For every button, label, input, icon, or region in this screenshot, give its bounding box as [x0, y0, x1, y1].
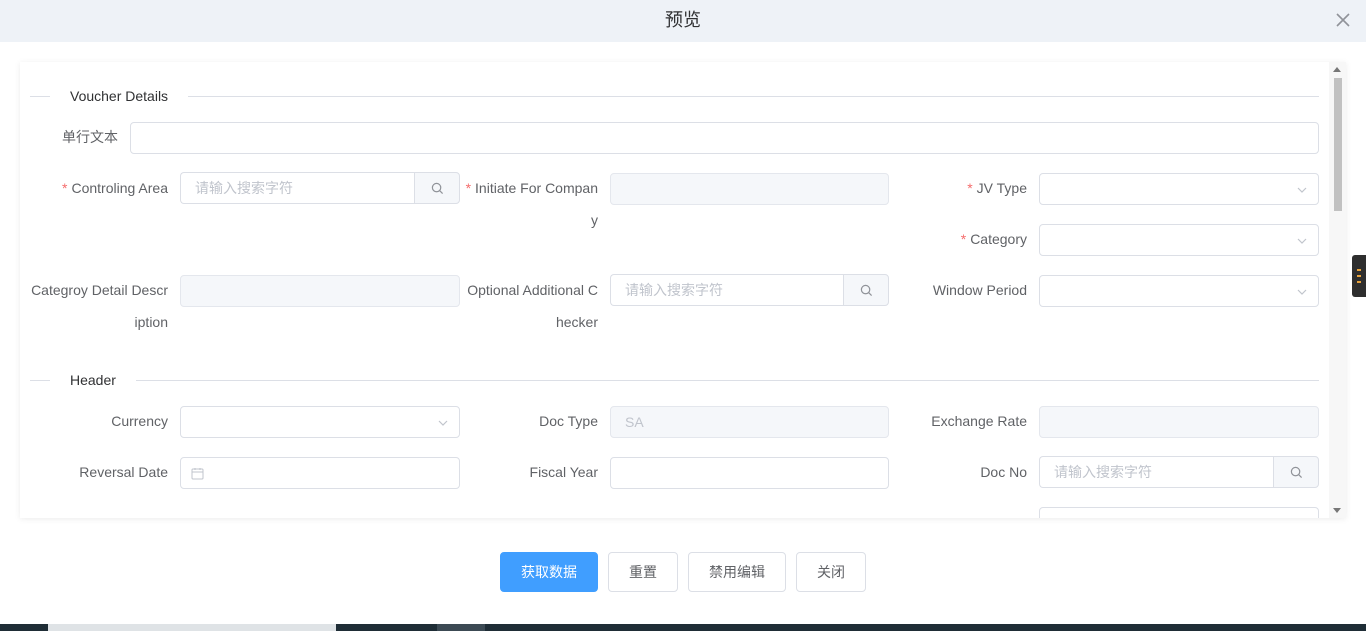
scroll-thumb[interactable] [1334, 78, 1342, 211]
section-divider-voucher: Voucher Details [30, 86, 1319, 106]
search-button[interactable] [414, 172, 460, 204]
exchange-rate-label: Exchange Rate [931, 413, 1027, 429]
doc-no-input[interactable]: 请输入搜索字符 [1039, 456, 1273, 488]
search-button[interactable] [843, 274, 889, 306]
reset-button[interactable]: 重置 [608, 552, 678, 592]
single-text-input[interactable] [130, 122, 1319, 154]
doc-no-search: 请输入搜索字符 [1039, 456, 1319, 488]
calendar-icon [191, 468, 204, 480]
disable-edit-button[interactable]: 禁用编辑 [688, 552, 786, 592]
window-period-select[interactable] [1039, 275, 1319, 307]
fiscal-year-input[interactable] [610, 457, 889, 489]
controling-area-input[interactable]: 请输入搜索字符 [180, 172, 414, 204]
vertical-scrollbar[interactable] [1329, 62, 1346, 518]
chevron-down-icon [438, 420, 448, 426]
form-container: Voucher Details 单行文本 * Controling Area 请输… [20, 62, 1346, 518]
fetch-data-button[interactable]: 获取数据 [500, 552, 598, 592]
currency-label: Currency [111, 413, 168, 429]
dialog-header: 预览 [0, 0, 1366, 42]
doc-type-label: Doc Type [539, 413, 598, 429]
section-divider-header: Header [30, 370, 1319, 390]
dialog-title: 预览 [665, 10, 701, 30]
jv-type-label: * JV Type [967, 180, 1027, 196]
reversal-date-label: Reversal Date [79, 464, 168, 480]
scroll-up-icon[interactable] [1333, 67, 1341, 72]
controling-area-search: 请输入搜索字符 [180, 172, 460, 204]
optional-checker-label: Optional Additional Checker [467, 282, 598, 330]
window-period-label: Window Period [932, 282, 1027, 298]
chevron-down-icon [1297, 289, 1307, 295]
category-label: * Category [960, 231, 1027, 247]
chevron-down-icon [1297, 238, 1307, 244]
side-widget[interactable] [1352, 255, 1366, 297]
chevron-down-icon [1297, 187, 1307, 193]
fiscal-year-label: Fiscal Year [529, 464, 598, 480]
exchange-rate-input[interactable] [1039, 406, 1319, 438]
initiate-company-input[interactable] [610, 173, 889, 205]
close-icon[interactable] [1332, 9, 1354, 31]
optional-checker-input[interactable]: 请输入搜索字符 [610, 274, 843, 306]
currency-select[interactable] [180, 406, 460, 438]
optional-checker-search: 请输入搜索字符 [610, 274, 889, 306]
section-title-voucher: Voucher Details [70, 88, 169, 104]
doc-no-label: Doc No [980, 464, 1027, 480]
search-icon [431, 182, 443, 194]
scroll-down-icon[interactable] [1333, 508, 1341, 513]
search-icon [860, 284, 872, 296]
controling-area-label: * Controling Area [62, 180, 168, 196]
single-text-label: 单行文本 [62, 129, 118, 145]
taskbar [0, 624, 1366, 631]
reversal-date-input[interactable] [180, 457, 460, 489]
next-row-input[interactable] [1039, 507, 1319, 518]
section-title-header: Header [70, 372, 116, 388]
doc-type-input[interactable]: SA [610, 406, 889, 438]
category-detail-label: Categroy Detail Description [31, 282, 168, 330]
search-icon [1290, 466, 1302, 478]
close-button[interactable]: 关闭 [796, 552, 866, 592]
taskbar-item[interactable] [437, 624, 485, 631]
initiate-company-label: * Initiate For Company [465, 180, 598, 228]
category-select[interactable] [1039, 224, 1319, 256]
taskbar-item[interactable] [48, 624, 336, 631]
jv-type-select[interactable] [1039, 173, 1319, 205]
footer-buttons: 获取数据 重置 禁用编辑 关闭 [0, 552, 1366, 592]
category-detail-input[interactable] [180, 275, 460, 307]
search-button[interactable] [1273, 456, 1319, 488]
